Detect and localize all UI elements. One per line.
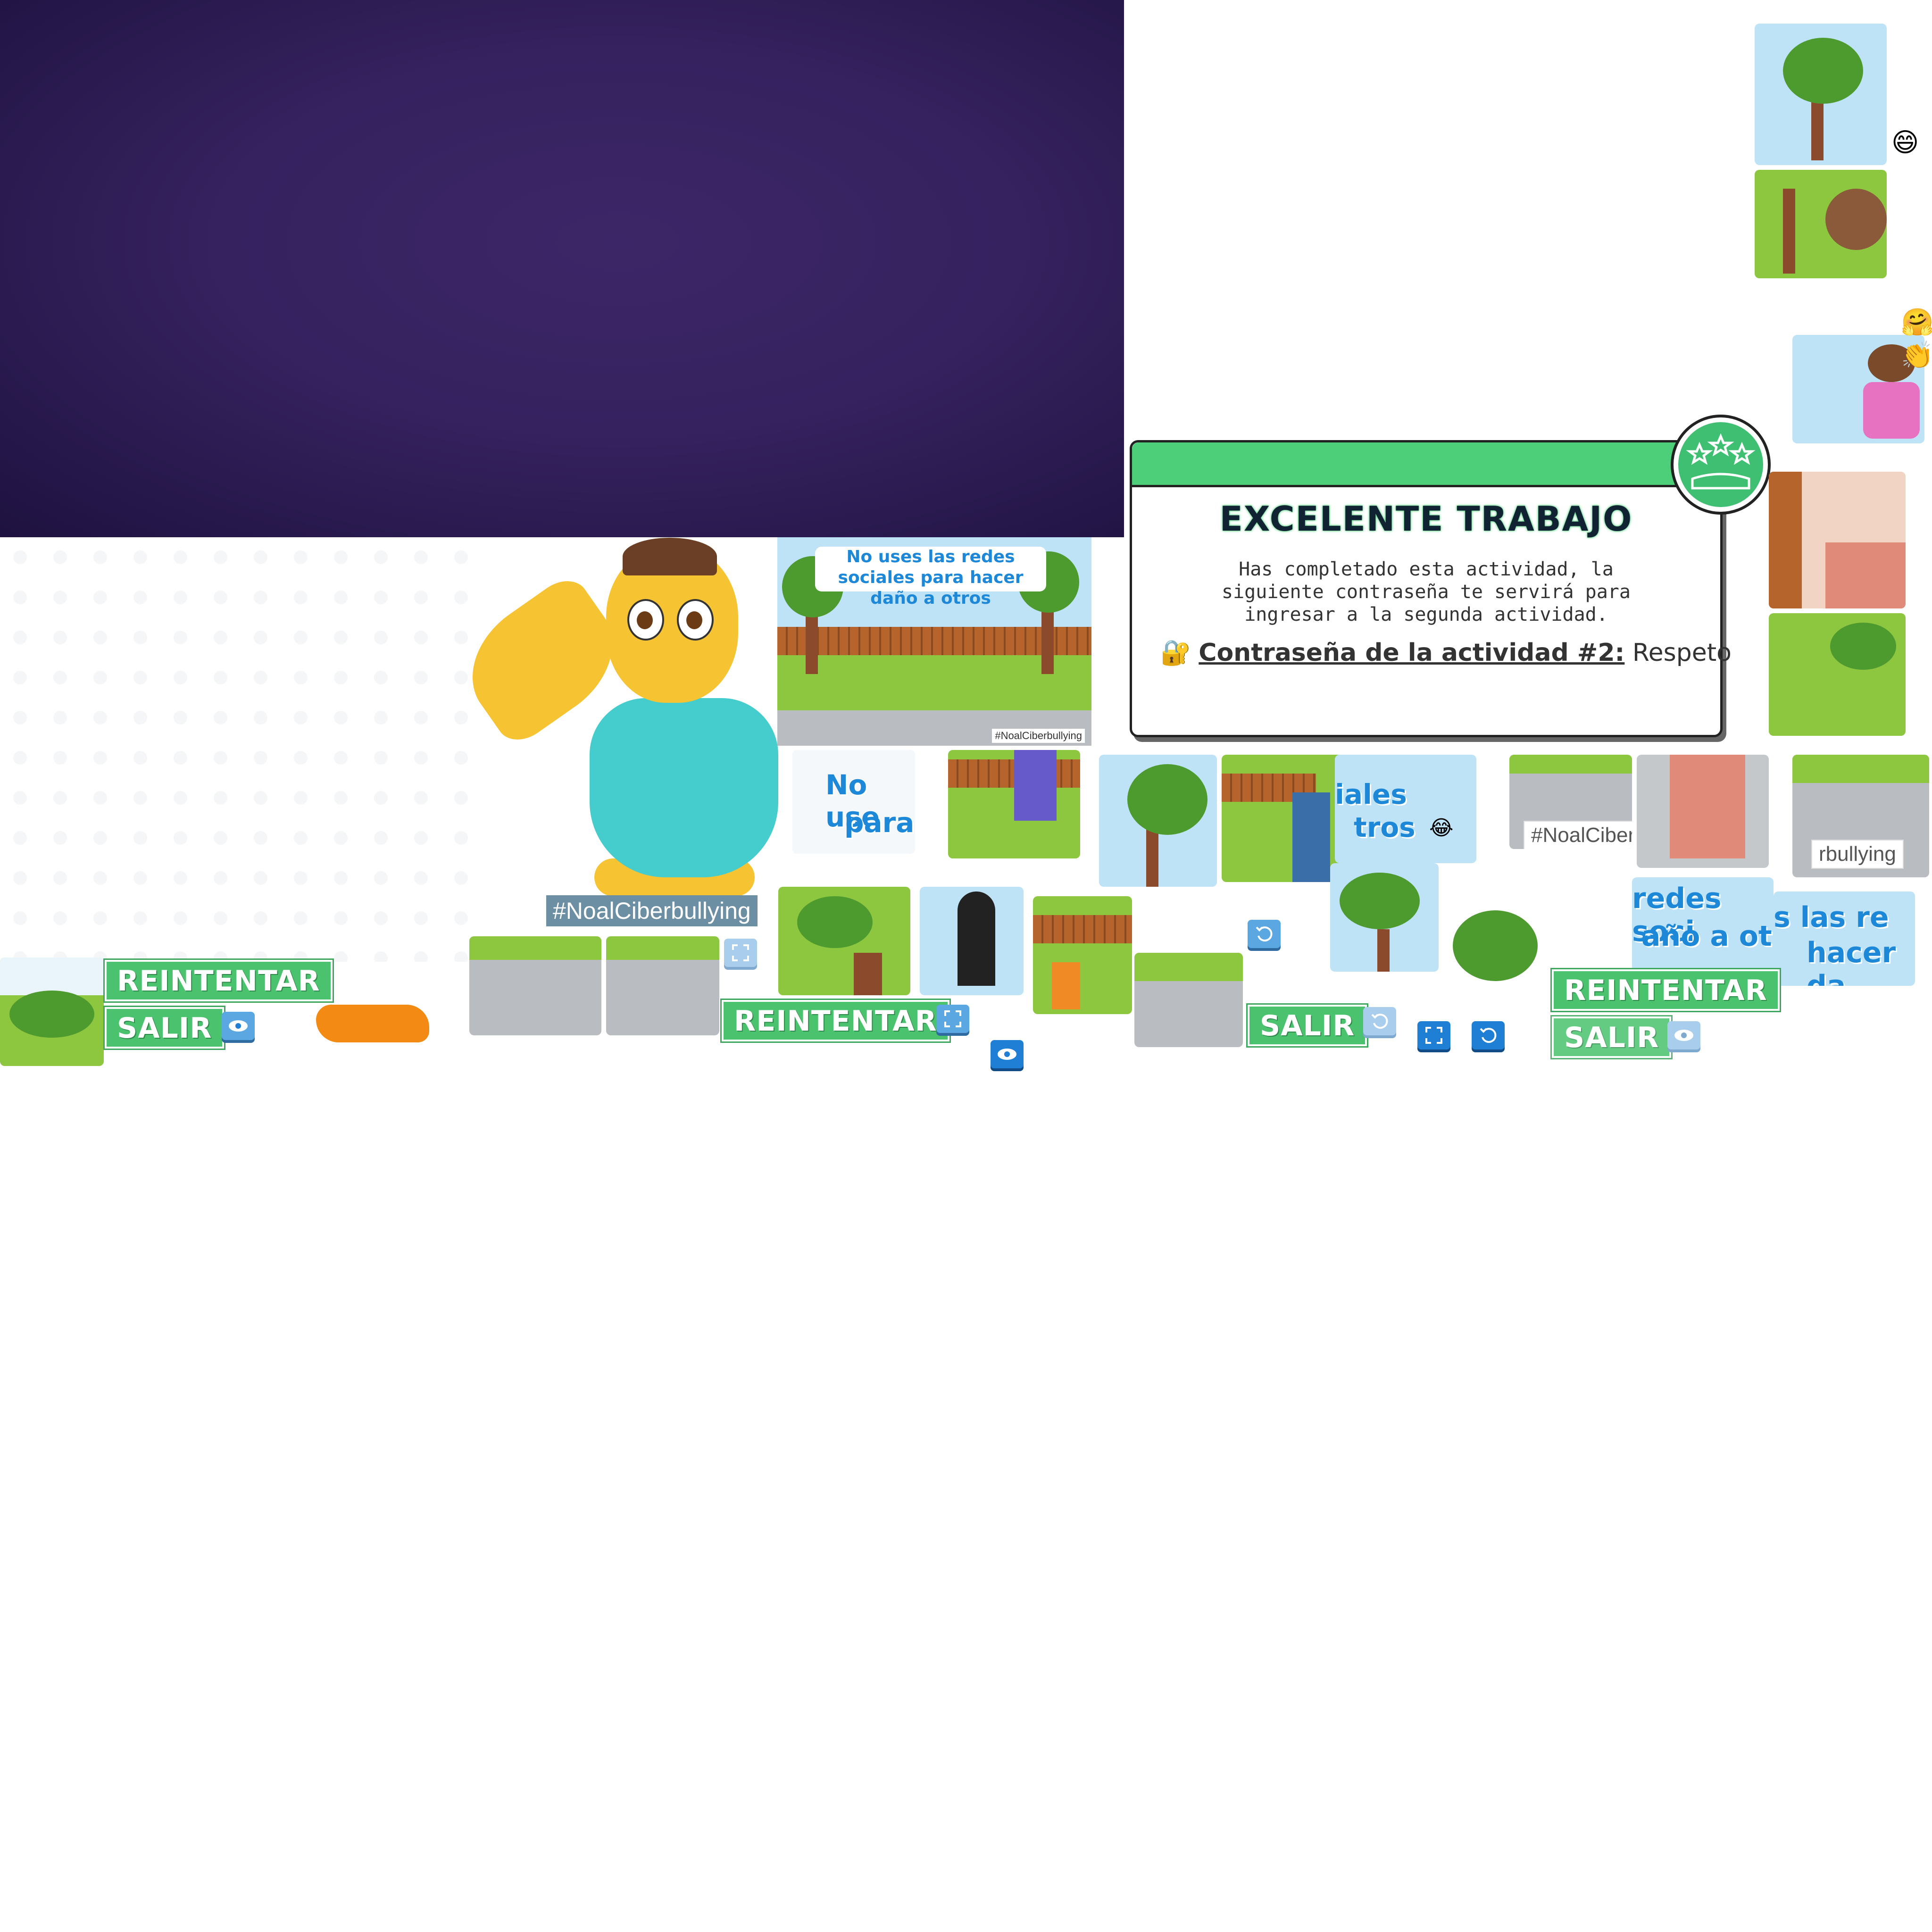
puzzle-piece[interactable] (1033, 896, 1132, 1014)
modal-message: Has completado esta actividad, la siguie… (1222, 558, 1631, 625)
exit-button[interactable]: SALIR (1248, 1005, 1367, 1046)
puzzle-piece[interactable] (1099, 755, 1217, 887)
reference-image: No uses las redes sociales para hacer da… (777, 537, 1091, 746)
reference-image-hashtag: #NoalCiberbullying (992, 729, 1085, 743)
puzzle-piece[interactable] (1637, 755, 1769, 868)
hug-emoji: 🤗 (1901, 307, 1932, 338)
puzzle-piece[interactable]: iales tros 😂 (1335, 755, 1476, 863)
password-row: 🔐 Contraseña de la actividad #2: Respeto (1160, 638, 1732, 667)
reset-icon[interactable] (1472, 1021, 1505, 1049)
retry-button[interactable]: REINTENTAR (1552, 969, 1780, 1011)
bird-eye-right (677, 599, 714, 641)
eye-icon[interactable] (1667, 1021, 1700, 1049)
puzzle-piece[interactable] (1755, 170, 1887, 278)
orange-blob (316, 1005, 429, 1042)
puzzle-piece[interactable] (778, 887, 910, 995)
fullscreen-icon[interactable] (724, 939, 757, 967)
fullscreen-icon[interactable] (1417, 1021, 1450, 1049)
fullscreen-icon[interactable] (936, 1005, 969, 1033)
retry-button[interactable]: REINTENTAR (105, 960, 333, 1001)
puzzle-text: s las re (1774, 901, 1889, 934)
puzzle-piece[interactable] (920, 887, 1024, 995)
puzzle-piece[interactable]: s las re hacer da (1774, 891, 1915, 986)
puzzle-piece[interactable] (1134, 953, 1243, 1047)
clap-emoji: 👏 (1901, 340, 1932, 371)
lock-icon: 🔐 (1160, 639, 1191, 667)
reference-image-title: No uses las redes sociales para hacer da… (815, 547, 1046, 608)
reset-icon[interactable] (1363, 1007, 1396, 1035)
puzzle-text: para (844, 807, 915, 839)
exit-button[interactable]: SALIR (1552, 1016, 1672, 1058)
reset-icon[interactable] (1248, 920, 1281, 948)
bird-eye-left (627, 599, 664, 641)
bird-shirt (590, 698, 778, 877)
puzzle-piece[interactable]: No use para (792, 750, 915, 854)
puzzle-text: iales (1335, 778, 1407, 810)
header-banner (0, 0, 1124, 537)
puzzle-piece[interactable]: rbullying (1792, 755, 1929, 877)
puzzle-piece[interactable]: redes soci año a ot (1632, 877, 1774, 972)
puzzle-piece[interactable]: #NoalCiber (1509, 755, 1632, 849)
puzzle-piece[interactable] (1769, 613, 1906, 736)
puzzle-text: tros (1354, 811, 1416, 843)
stars-hand-badge-icon (1674, 417, 1768, 512)
eye-icon[interactable] (222, 1012, 255, 1040)
success-modal: EXCELENTE TRABAJO Has completado esta ac… (1130, 440, 1732, 737)
puzzle-piece[interactable] (1330, 863, 1439, 972)
grin-emoji: 😄 (1891, 127, 1919, 158)
modal-header-bar (1132, 442, 1720, 487)
puzzle-piece[interactable] (469, 936, 601, 1035)
password-value: Respeto (1632, 639, 1732, 667)
star-pattern-background (0, 537, 472, 962)
bird-hair (623, 538, 717, 575)
puzzle-piece[interactable] (1769, 472, 1906, 608)
puzzle-text: año a ot (1641, 920, 1772, 953)
joy-emoji: 😂 (1429, 816, 1454, 840)
hashtag-fragment: #NoalCiber (1524, 821, 1632, 849)
hashtag-label: #NoalCiberbullying (546, 895, 758, 926)
retry-button[interactable]: REINTENTAR (722, 1000, 949, 1041)
hashtag-fragment: rbullying (1811, 840, 1904, 869)
puzzle-piece[interactable] (606, 936, 719, 1035)
password-label: Contraseña de la actividad #2: (1199, 639, 1625, 667)
eye-icon[interactable] (991, 1040, 1024, 1068)
puzzle-piece[interactable] (0, 958, 104, 1066)
modal-title: EXCELENTE TRABAJO (1219, 499, 1633, 539)
exit-button[interactable]: SALIR (105, 1007, 225, 1049)
puzzle-piece[interactable] (1222, 755, 1344, 882)
puzzle-piece[interactable] (1443, 882, 1547, 1014)
puzzle-text: hacer da (1807, 936, 1896, 986)
puzzle-piece[interactable] (948, 750, 1080, 858)
puzzle-piece[interactable] (1755, 24, 1887, 165)
